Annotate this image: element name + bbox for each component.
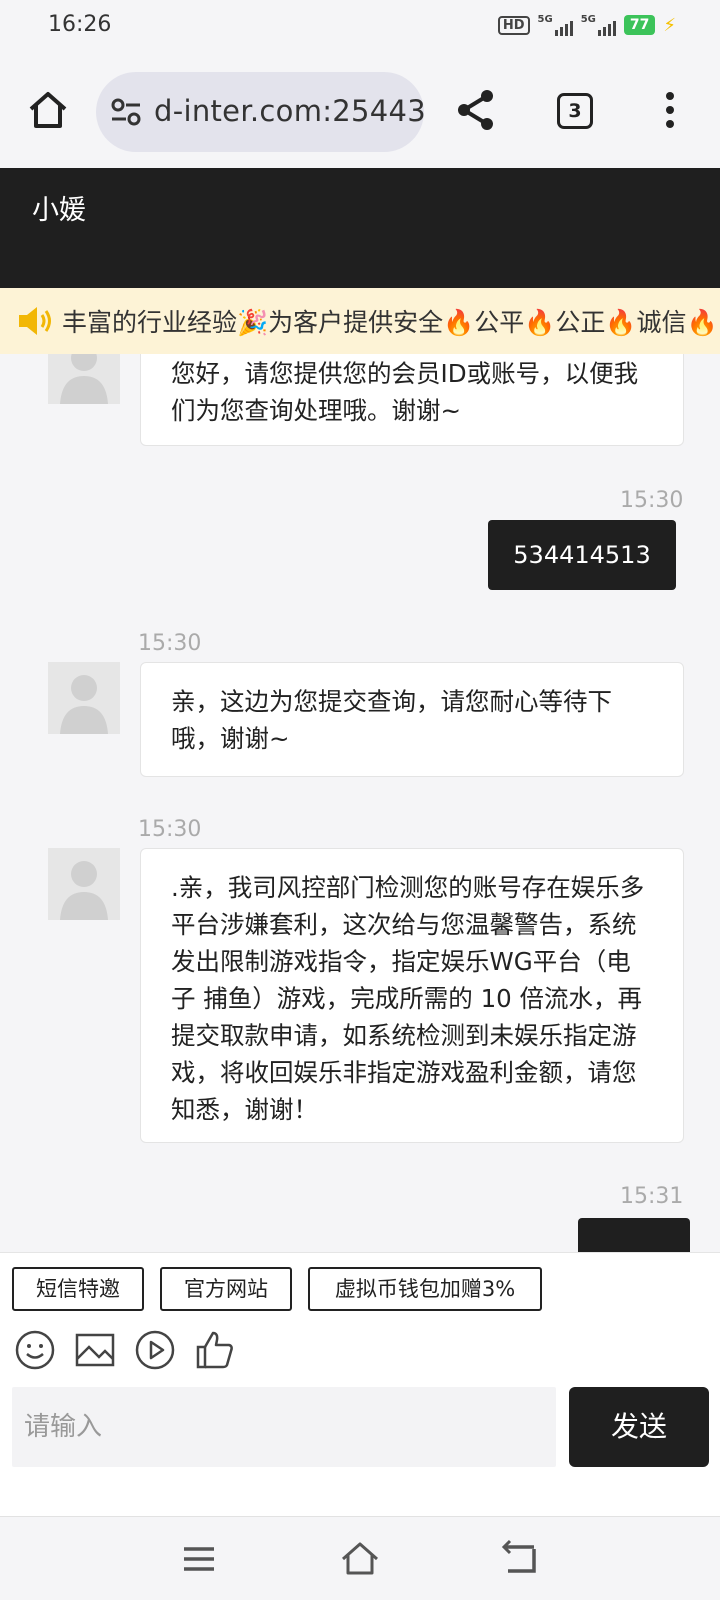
message-bubble-outgoing: 534414513 — [488, 520, 676, 590]
home-icon[interactable] — [26, 88, 70, 132]
browser-toolbar: d-inter.com:25443 3 — [0, 56, 720, 168]
message-input[interactable] — [12, 1387, 556, 1467]
charging-icon: ⚡ — [663, 14, 676, 36]
image-icon[interactable] — [74, 1329, 116, 1371]
chat-header: 小媛 — [0, 168, 720, 288]
url-text: d-inter.com:25443 — [154, 94, 424, 128]
tabs-count-button[interactable]: 3 — [557, 93, 593, 129]
message-bubble-incoming: 亲，这边为您提交查询，请您耐心等待下哦，谢谢~ — [140, 662, 684, 777]
status-time: 16:26 — [48, 12, 112, 37]
hd-voice-icon: HD — [497, 15, 530, 35]
message-text: .亲，我司风控部门检测您的账号存在娱乐多平台涉嫌套利，这次给与您温馨警告，系统发… — [171, 873, 645, 1124]
address-bar[interactable]: d-inter.com:25443 — [96, 72, 424, 152]
message-bubble-incoming: 您好，请您提供您的会员ID或账号，以便我们为您查询处理哦。谢谢~ — [140, 354, 684, 446]
message-bubble-incoming: .亲，我司风控部门检测您的账号存在娱乐多平台涉嫌套利，这次给与您温馨警告，系统发… — [140, 848, 684, 1143]
speaker-icon — [19, 307, 51, 335]
network-type-label-2: 5G — [580, 14, 596, 25]
status-indicators: HD 5G 5G 77 ⚡ — [497, 14, 676, 36]
message-text: 您好，请您提供您的会员ID或账号，以便我们为您查询处理哦。谢谢~ — [171, 359, 639, 425]
avatar-silhouette-icon — [60, 675, 108, 734]
network-type-label: 5G — [537, 14, 553, 25]
send-button[interactable]: 发送 — [569, 1387, 709, 1467]
back-icon[interactable] — [500, 1539, 542, 1579]
system-nav-bar — [0, 1516, 720, 1600]
signal-icon-2: 5G — [581, 14, 616, 36]
agent-avatar — [48, 354, 120, 404]
more-options-icon[interactable] — [655, 90, 685, 130]
video-icon[interactable] — [134, 1329, 176, 1371]
message-timestamp: 15:31 — [620, 1184, 684, 1209]
agent-avatar — [48, 848, 120, 920]
message-text: 亲，这边为您提交查询，请您耐心等待下哦，谢谢~ — [171, 687, 612, 753]
battery-icon: 77 — [623, 15, 656, 35]
quick-reply-sms-invite[interactable]: 短信特邀 — [12, 1267, 144, 1311]
signal-icon: 5G — [538, 14, 573, 36]
message-bubble-outgoing — [578, 1218, 690, 1252]
thumbs-up-icon[interactable] — [194, 1329, 236, 1371]
marquee-text: 丰富的行业经验🎉为客户提供安全🔥公平🔥公正🔥诚信🔥 — [62, 308, 718, 337]
menu-icon[interactable] — [178, 1539, 220, 1579]
status-bar: 16:26 HD 5G 5G 77 ⚡ — [0, 0, 720, 56]
chat-message-list: 您好，请您提供您的会员ID或账号，以便我们为您查询处理哦。谢谢~ 15:30 5… — [0, 354, 720, 1252]
home-icon[interactable] — [339, 1539, 381, 1579]
avatar-silhouette-icon — [60, 861, 108, 920]
message-timestamp: 15:30 — [138, 817, 202, 842]
agent-name: 小媛 — [32, 195, 86, 226]
quick-reply-crypto-bonus[interactable]: 虚拟币钱包加赠3% — [308, 1267, 542, 1311]
site-settings-icon[interactable] — [110, 97, 142, 127]
announcement-marquee: 丰富的行业经验🎉为客户提供安全🔥公平🔥公正🔥诚信🔥 — [0, 288, 720, 354]
message-timestamp: 15:30 — [620, 488, 684, 513]
avatar-silhouette-icon — [60, 354, 108, 404]
quick-reply-official-site[interactable]: 官方网站 — [160, 1267, 292, 1311]
emoji-icon[interactable] — [14, 1329, 56, 1371]
agent-avatar — [48, 662, 120, 734]
chat-input-panel: 短信特邀 官方网站 虚拟币钱包加赠3% 发送 — [0, 1252, 720, 1516]
message-timestamp: 15:30 — [138, 631, 202, 656]
share-icon[interactable] — [454, 88, 498, 132]
